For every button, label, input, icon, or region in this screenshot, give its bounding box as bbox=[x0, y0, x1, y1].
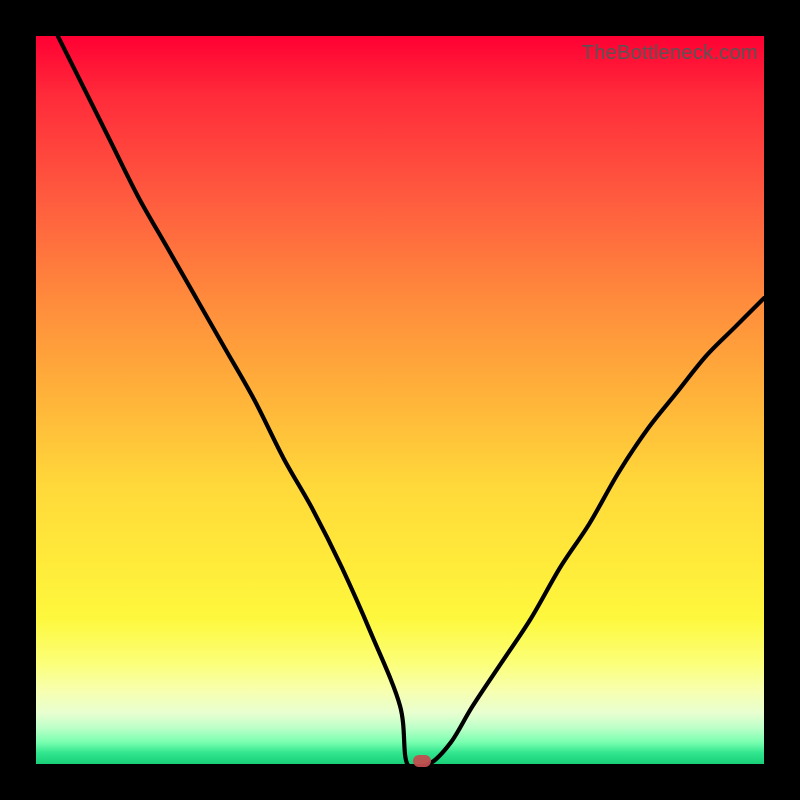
optimal-point-marker bbox=[413, 755, 431, 767]
bottleneck-curve bbox=[36, 36, 764, 764]
curve-path bbox=[58, 36, 764, 764]
plot-area: TheBottleneck.com bbox=[36, 36, 764, 764]
chart-frame: TheBottleneck.com bbox=[0, 0, 800, 800]
